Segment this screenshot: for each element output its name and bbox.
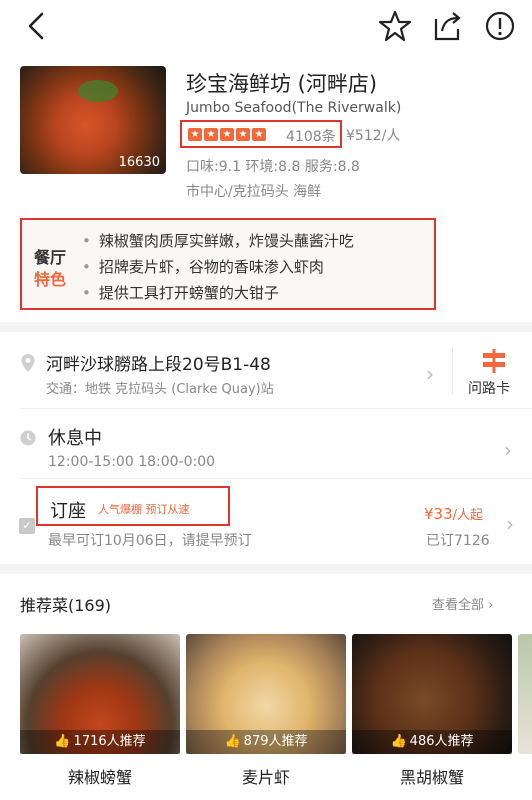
address-row[interactable]: 河畔沙球朥路上段20号B1-48 交通：地铁 克拉码头 (Clarke Quay… — [0, 340, 532, 402]
feature-item: 提供工具打开螃蟹的大钳子 — [82, 280, 354, 306]
dish-card[interactable]: 👍 879人推荐 麦片虾 — [186, 634, 346, 800]
booked-count: 已订7126 — [426, 533, 490, 549]
star-icon[interactable] — [378, 9, 412, 43]
rating-highlight[interactable]: ★ ★ ★ ★ ★ 4108条 — [180, 120, 342, 148]
booking-hot-tag: 人气爆棚 预订从速 — [98, 503, 190, 516]
booking-check-icon: ✓ — [19, 518, 35, 534]
dish-name: 辣椒螃蟹 — [67, 768, 132, 787]
dish-card[interactable]: 👍 1716人推荐 辣椒螃蟹 — [20, 634, 180, 800]
shop-cover-photo[interactable]: 16630 — [20, 66, 166, 174]
share-icon[interactable] — [432, 9, 464, 43]
booking-row[interactable]: ✓ 订座 人气爆棚 预订从速 最早可订10月06日，请提早预订 ¥33/人起 已… — [0, 484, 532, 558]
hours-row[interactable]: 休息中 12:00-15:00 18:00-0:00 › — [0, 418, 532, 476]
vertical-divider — [452, 348, 453, 394]
review-count: 4108条 — [286, 129, 336, 145]
avg-price: ¥512/人 — [346, 128, 401, 144]
score-breakdown: 口味:9.1 环境:8.8 服务:8.8 — [186, 159, 360, 175]
recommend-count-text: 486人推荐 — [409, 734, 474, 749]
view-all-link[interactable]: 查看全部 › — [432, 594, 493, 613]
dish-card[interactable]: 👍 486人推荐 黑胡椒蟹 — [352, 634, 512, 800]
star-rating: ★ ★ ★ ★ ★ — [188, 128, 266, 141]
shop-english-name: Jumbo Seafood(The Riverwalk) — [186, 100, 402, 116]
section-divider — [0, 564, 532, 574]
features-label-line2: 特色 — [34, 270, 67, 289]
row-divider — [20, 408, 532, 409]
booking-highlight: 订座 人气爆棚 预订从速 — [36, 486, 230, 526]
opening-hours: 12:00-15:00 18:00-0:00 — [48, 454, 216, 470]
recommend-count: 👍 1716人推荐 — [20, 730, 180, 754]
recommended-title: 推荐菜(169) — [20, 596, 112, 615]
thumbs-up-icon: 👍 — [224, 734, 241, 749]
signpost-icon[interactable] — [480, 348, 508, 374]
booking-price: ¥33/人起 — [424, 504, 483, 523]
recommend-count: 👍 879人推荐 — [186, 730, 346, 754]
row-divider — [20, 478, 532, 479]
thumbs-up-icon: 👍 — [54, 734, 71, 749]
booking-price-unit: /人起 — [452, 508, 484, 523]
dish-card-partial[interactable] — [518, 634, 532, 754]
transit-text: 交通：地铁 克拉码头 (Clarke Quay)站 — [46, 382, 274, 397]
booking-subtitle: 最早可订10月06日，请提早预订 — [48, 533, 252, 549]
feature-item: 辣椒蟹肉质厚实鲜嫩，炸馒头蘸酱汁吃 — [82, 228, 354, 254]
section-divider — [0, 322, 532, 332]
recommend-count: 👍 486人推荐 — [352, 730, 512, 754]
open-status: 休息中 — [48, 428, 102, 449]
feature-item: 招牌麦片虾，谷物的香味渗入虾肉 — [82, 254, 354, 280]
star-icon: ★ — [204, 128, 218, 141]
restaurant-features: 餐厅 特色 辣椒蟹肉质厚实鲜嫩，炸馒头蘸酱汁吃 招牌麦片虾，谷物的香味渗入虾肉 … — [20, 218, 436, 310]
recommended-dishes: 推荐菜(169) 查看全部 › 👍 1716人推荐 辣椒螃蟹 👍 879人推荐 麦片… — [0, 578, 532, 800]
photo-count: 16630 — [118, 155, 160, 170]
view-all-label: 查看全部 — [432, 598, 485, 613]
star-icon: ★ — [188, 128, 202, 141]
photo-garnish — [78, 80, 118, 102]
shop-tags: 市中心/克拉码头 海鲜 — [186, 184, 322, 200]
star-icon: ★ — [220, 128, 234, 141]
clock-icon — [20, 430, 36, 446]
chevron-right-icon: › — [426, 362, 434, 386]
star-icon: ★ — [252, 128, 266, 141]
thumbs-up-icon: 👍 — [390, 734, 407, 749]
location-pin-icon — [21, 354, 35, 372]
address-text: 河畔沙球朥路上段20号B1-48 — [46, 355, 271, 375]
booking-title: 订座 — [50, 501, 86, 522]
recommend-count-text: 879人推荐 — [243, 734, 308, 749]
more-icon[interactable] — [484, 10, 516, 42]
top-bar — [0, 0, 532, 52]
chevron-right-icon: › — [504, 438, 512, 462]
back-icon[interactable] — [22, 10, 54, 42]
features-label-line1: 餐厅 — [34, 248, 67, 267]
dish-name: 黑胡椒蟹 — [399, 768, 464, 787]
features-list: 辣椒蟹肉质厚实鲜嫩，炸馒头蘸酱汁吃 招牌麦片虾，谷物的香味渗入虾肉 提供工具打开… — [82, 228, 354, 306]
shop-name: 珍宝海鲜坊 (河畔店) — [186, 72, 378, 96]
dish-name: 麦片虾 — [241, 768, 290, 787]
direction-card-label[interactable]: 问路卡 — [468, 378, 510, 398]
chevron-right-icon: › — [506, 512, 514, 536]
recommend-count-text: 1716人推荐 — [73, 734, 146, 749]
booking-price-value: ¥33 — [424, 505, 453, 523]
shop-header: 16630 珍宝海鲜坊 (河畔店) Jumbo Seafood(The Rive… — [0, 60, 532, 208]
star-icon: ★ — [236, 128, 250, 141]
